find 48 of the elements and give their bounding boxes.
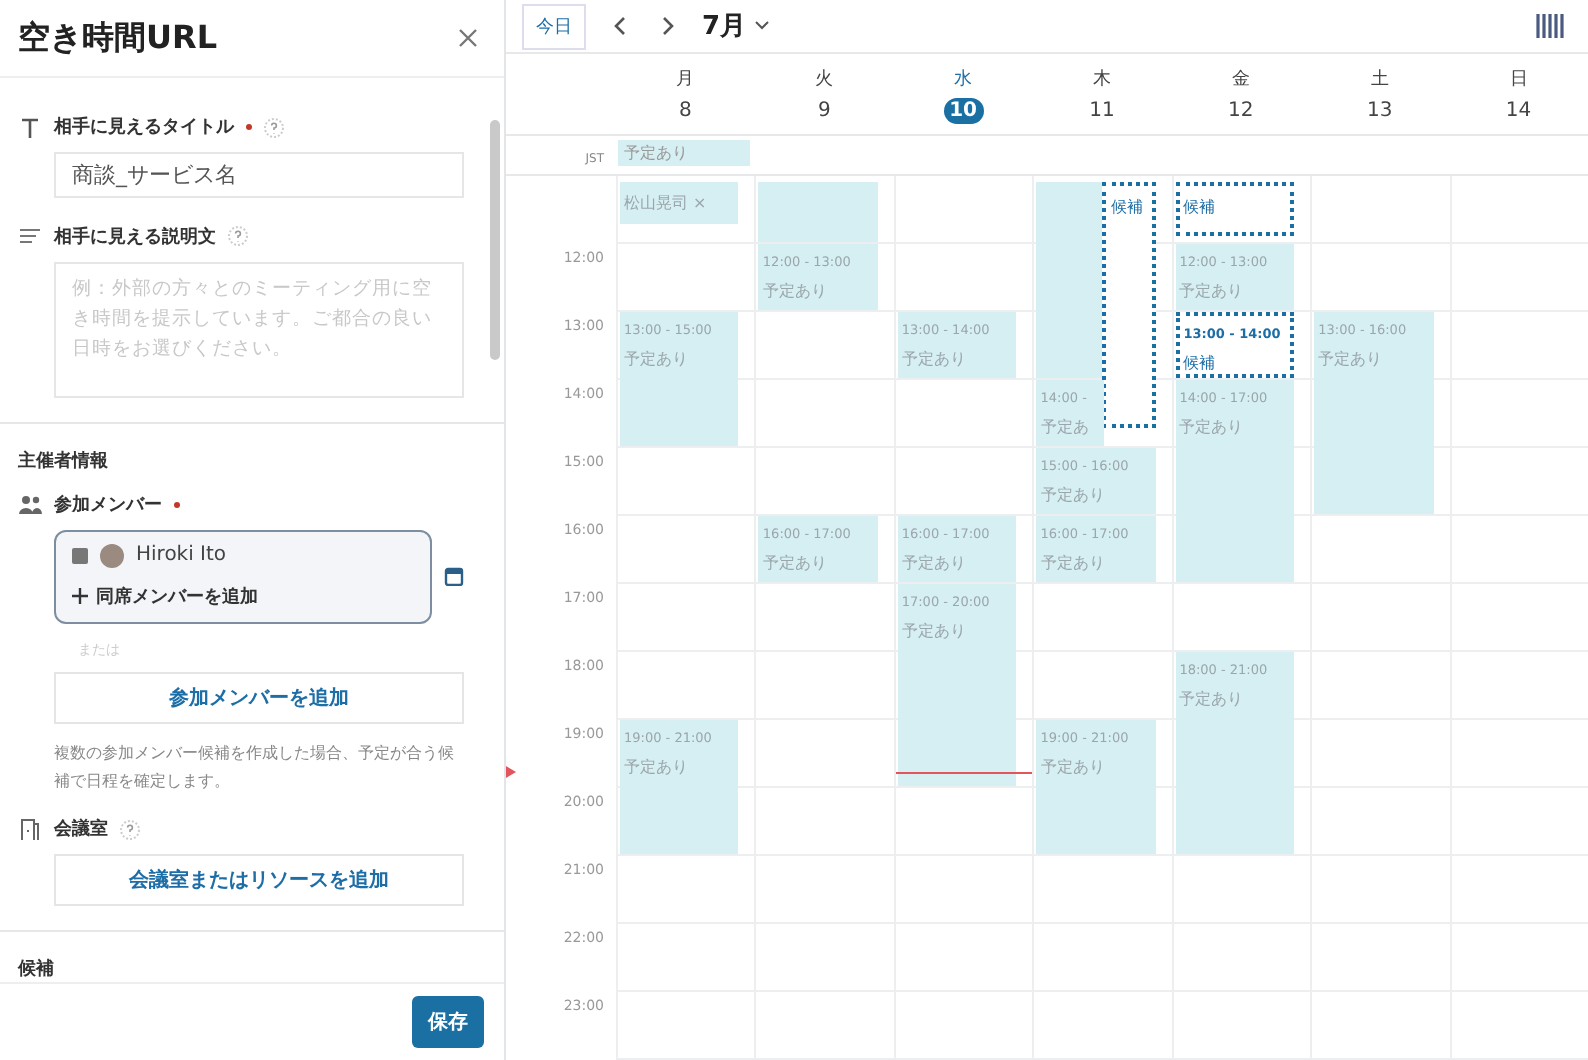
- field-label: 会議室: [54, 816, 108, 842]
- date-number[interactable]: 12: [1220, 97, 1261, 123]
- field-label: 相手に見える説明文: [54, 224, 216, 250]
- help-text: 複数の参加メンバー候補を作成した場合、予定が合う候補で日程を確定します。: [54, 741, 456, 794]
- add-attendee-link[interactable]: 同席メンバーを追加: [72, 583, 414, 610]
- scrollbar[interactable]: [490, 120, 500, 360]
- date-number[interactable]: 10: [943, 97, 984, 123]
- title-field[interactable]: 商談_サービス名: [54, 152, 464, 198]
- weekday-label: 木: [1092, 67, 1111, 91]
- weekday-label: 火: [815, 67, 834, 91]
- candidate-slot[interactable]: 候補: [1175, 181, 1295, 236]
- member-name: Hiroki Ito: [136, 544, 227, 567]
- calendar-icon[interactable]: [444, 566, 464, 587]
- weekday-label: 水: [954, 67, 973, 91]
- candidate-slot[interactable]: 候補: [1102, 181, 1156, 429]
- weekday-label: 土: [1370, 67, 1389, 91]
- plus-icon: [72, 588, 88, 605]
- date-number[interactable]: 14: [1498, 97, 1539, 123]
- date-number[interactable]: 11: [1081, 97, 1122, 123]
- weekday-label: 月: [676, 67, 695, 91]
- weekday-label: 日: [1509, 67, 1528, 91]
- weekday-label: 金: [1231, 67, 1250, 91]
- date-number[interactable]: 8: [665, 97, 706, 123]
- avatar: [100, 543, 124, 568]
- today-button[interactable]: 今日: [522, 3, 586, 49]
- panel-title: 空き時間URL: [18, 17, 218, 59]
- help-icon[interactable]: [120, 819, 140, 839]
- date-number[interactable]: 9: [804, 97, 845, 123]
- month-dropdown[interactable]: 7月: [702, 8, 771, 44]
- current-time-line: [895, 771, 1033, 774]
- section-heading: 主催者情報: [18, 448, 110, 474]
- help-icon[interactable]: [228, 226, 248, 247]
- field-label: 相手に見えるタイトル: [54, 114, 234, 140]
- add-room-button[interactable]: 会議室またはリソースを追加: [54, 854, 464, 906]
- field-label: 参加メンバー: [54, 492, 162, 518]
- caret-icon: [754, 20, 771, 32]
- add-member-button[interactable]: 参加メンバーを追加: [54, 671, 464, 724]
- save-button[interactable]: 保存: [412, 996, 484, 1048]
- drag-handle-icon[interactable]: [72, 547, 88, 564]
- week-view-icon[interactable]: [1536, 14, 1564, 38]
- section-heading: 候補: [18, 956, 56, 982]
- date-number[interactable]: 13: [1359, 97, 1400, 123]
- people-icon: [18, 492, 42, 517]
- close-icon[interactable]: [456, 26, 480, 50]
- door-icon: [18, 817, 42, 841]
- description-icon: [18, 224, 42, 249]
- text-icon: [18, 115, 42, 139]
- help-icon[interactable]: [264, 117, 284, 137]
